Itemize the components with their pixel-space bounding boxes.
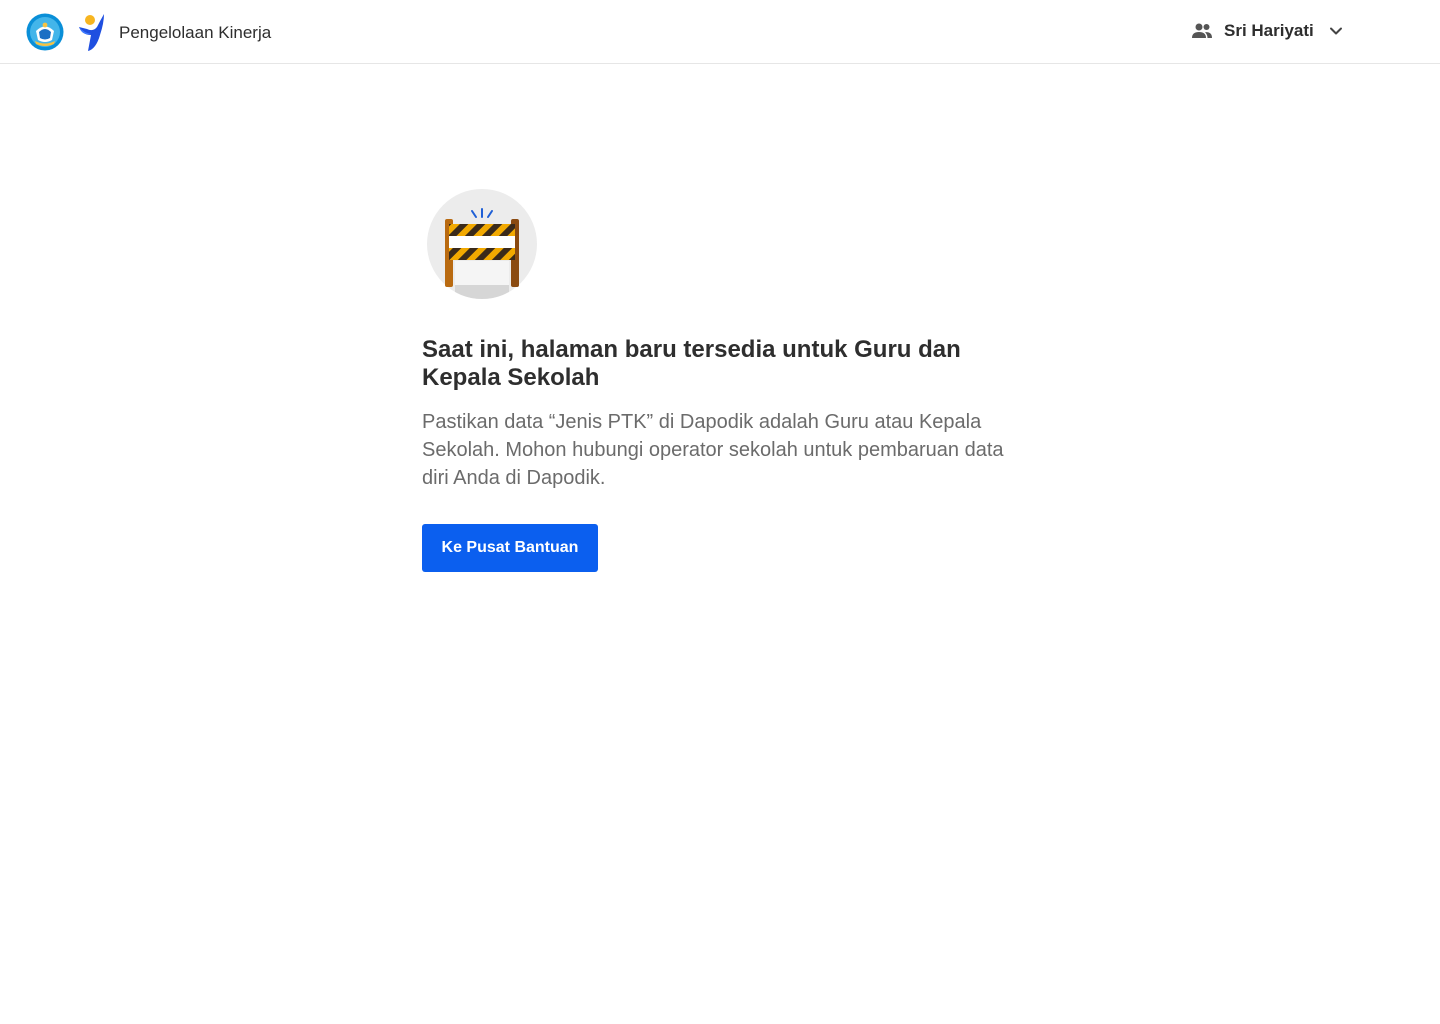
page-heading: Saat ini, halaman baru tersedia untuk Gu… — [422, 336, 961, 391]
users-icon — [1192, 23, 1212, 38]
chevron-down-icon[interactable] — [1326, 21, 1346, 41]
page-description: Pastikan data “Jenis PTK” di Dapodik ada… — [422, 411, 1004, 489]
app-title: Pengelolaan Kinerja — [119, 23, 272, 42]
merdeka-mengajar-logo-icon[interactable] — [76, 13, 108, 53]
road-barrier-icon — [427, 189, 537, 299]
user-name: Sri Hariyati — [1224, 21, 1314, 40]
top-navigation-bar: Pengelolaan Kinerja Sri Hariyati — [0, 0, 1440, 64]
help-center-button[interactable]: Ke Pusat Bantuan — [422, 524, 598, 572]
user-menu-button[interactable]: Sri Hariyati — [1190, 17, 1346, 45]
kemdikbud-logo-icon[interactable] — [26, 13, 64, 51]
